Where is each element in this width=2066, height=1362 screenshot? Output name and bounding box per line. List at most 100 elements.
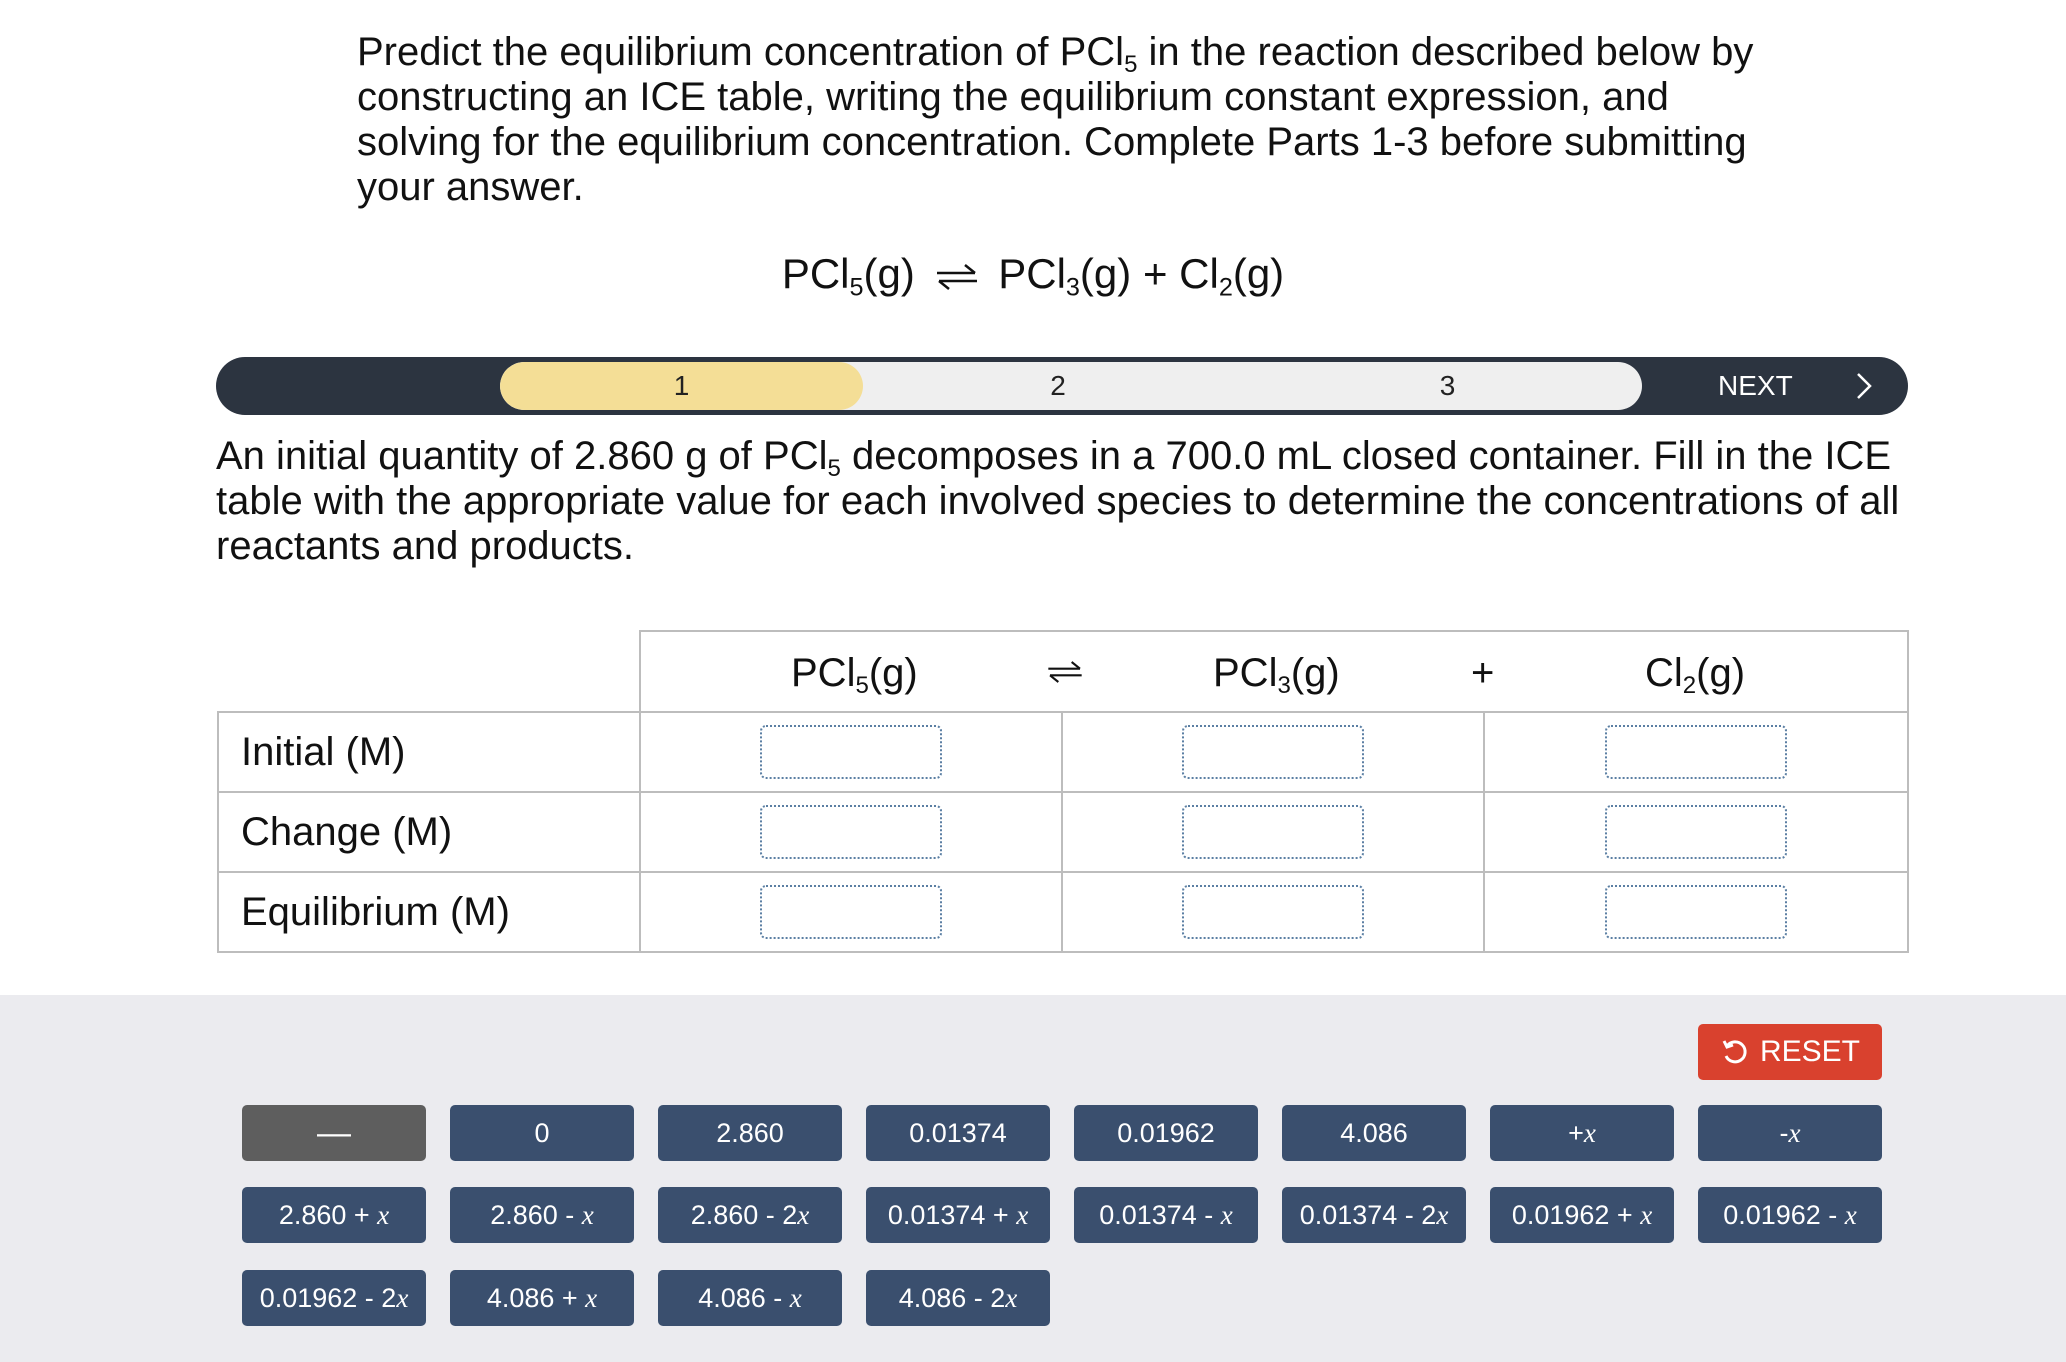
equilibrium-arrows-icon — [936, 263, 977, 290]
tile-variable: x — [1583, 1117, 1596, 1148]
tile-variable: x — [1436, 1199, 1449, 1230]
answer-tile[interactable]: 0.01374 - x — [1074, 1187, 1258, 1243]
undo-icon — [1722, 1040, 1747, 1064]
product1-formula: PCl — [998, 250, 1066, 297]
drop-slot-initial-cl2[interactable] — [1605, 725, 1787, 779]
step-label: 3 — [1439, 370, 1456, 401]
header-species-pcl5: PCl5(g) — [791, 651, 918, 698]
answer-tile[interactable]: 0.01962 — [1074, 1105, 1258, 1161]
tile-variable: x — [1640, 1199, 1653, 1230]
description-text: table with the appropriate value for eac… — [216, 479, 1900, 523]
step-1-tab[interactable]: 1 — [500, 362, 863, 410]
answer-tile[interactable]: 0.01962 - x — [1698, 1187, 1882, 1243]
ice-cell — [639, 711, 1063, 793]
prompt-text: solving for the equilibrium concentratio… — [357, 120, 1747, 164]
reset-label: RESET — [1759, 1035, 1861, 1068]
product1-phase: (g) — [1079, 250, 1132, 297]
tile-value: 2.860 — [716, 1117, 784, 1148]
tile-variable: x — [1016, 1199, 1029, 1230]
tile-variable: x — [1844, 1199, 1857, 1230]
step-label: 1 — [673, 370, 690, 401]
description-text: An initial quantity of 2.860 g of PCl — [216, 434, 828, 478]
tile-value: 4.086 - — [698, 1282, 790, 1313]
question-prompt: Predict the equilibrium concentration of… — [357, 30, 1777, 210]
species-subscript: 3 — [1277, 672, 1291, 700]
step-3-tab[interactable]: 3 — [1253, 362, 1642, 410]
next-label: NEXT — [1718, 370, 1793, 401]
species-formula: PCl — [791, 651, 856, 695]
product2-phase: (g) — [1232, 250, 1285, 297]
drop-slot-equilibrium-cl2[interactable] — [1605, 885, 1787, 939]
ice-header-row: PCl5(g) PCl3(g) + Cl2(g) — [218, 630, 1909, 713]
answer-tile[interactable]: 4.086 - 2x — [866, 1270, 1050, 1326]
drop-slot-change-pcl3[interactable] — [1182, 805, 1364, 859]
tile-variable: x — [377, 1199, 390, 1230]
header-species-cl2: Cl2(g) — [1645, 651, 1745, 700]
reactant-subscript: 5 — [849, 273, 864, 302]
ice-cell — [1483, 711, 1909, 793]
answer-tile[interactable]: 4.086 — [1282, 1105, 1466, 1161]
answer-tile[interactable]: -x — [1698, 1105, 1882, 1161]
species-formula: PCl — [1213, 651, 1278, 695]
species-subscript: 2 — [1682, 672, 1697, 700]
answer-tile[interactable]: 0.01374 — [866, 1105, 1050, 1161]
header-plus-sign: + — [1471, 651, 1495, 695]
tile-value: 0.01374 - — [1099, 1199, 1221, 1230]
ice-row-change: Change (M) — [217, 791, 1909, 873]
row-label-change: Change (M) — [217, 791, 641, 873]
tile-value: 0.01374 + — [887, 1199, 1017, 1230]
drop-slot-equilibrium-pcl5[interactable] — [760, 885, 942, 939]
header-blank — [218, 631, 640, 713]
equilibrium-arrows-icon — [1048, 661, 1082, 683]
reaction-equation: PCl5(g) PCl3(g) + Cl2(g) — [0, 248, 2066, 300]
species-formula: Cl — [1645, 651, 1683, 695]
answer-tile[interactable]: 2.860 — [658, 1105, 842, 1161]
prompt-text: in the reaction described below by — [1137, 30, 1754, 74]
tile-value: 0 — [534, 1117, 550, 1148]
reset-button[interactable]: RESET — [1698, 1024, 1882, 1080]
drop-slot-change-cl2[interactable] — [1605, 805, 1787, 859]
next-button[interactable]: NEXT — [1628, 357, 1908, 415]
tile-variable: x — [585, 1282, 598, 1313]
tile-value: - — [1779, 1117, 1789, 1148]
answer-tile[interactable]: 0.01374 + x — [866, 1187, 1050, 1243]
answer-tile[interactable]: — — [242, 1105, 426, 1161]
answer-tile[interactable]: 2.860 - 2x — [658, 1187, 842, 1243]
answer-tile[interactable]: 2.860 + x — [242, 1187, 426, 1243]
ice-row-initial: Initial (M) — [217, 711, 1909, 793]
tile-variable: x — [797, 1199, 810, 1230]
drop-slot-initial-pcl3[interactable] — [1182, 725, 1364, 779]
answer-tile[interactable]: 0 — [450, 1105, 634, 1161]
tile-value: 4.086 + — [486, 1282, 586, 1313]
species-phase: (g) — [868, 651, 918, 695]
tile-value: 0.01374 — [909, 1117, 1007, 1148]
answer-tile[interactable]: 2.860 - x — [450, 1187, 634, 1243]
ice-cell — [1483, 871, 1909, 953]
species-header: PCl5(g) PCl3(g) + Cl2(g) — [639, 630, 1909, 713]
tile-value: — — [317, 1113, 351, 1152]
drop-slot-change-pcl5[interactable] — [760, 805, 942, 859]
answer-tile[interactable]: 4.086 + x — [450, 1270, 634, 1326]
answer-tile[interactable]: 4.086 - x — [658, 1270, 842, 1326]
answer-tile[interactable]: 0.01962 + x — [1490, 1187, 1674, 1243]
prompt-text: your answer. — [357, 165, 584, 209]
tile-variable: x — [1220, 1199, 1233, 1230]
tile-value: 2.860 + — [278, 1199, 378, 1230]
problem-description: An initial quantity of 2.860 g of PCl5 d… — [216, 434, 1916, 569]
ice-cell — [639, 791, 1063, 873]
product1-subscript: 3 — [1065, 273, 1080, 302]
step-2-tab[interactable]: 2 — [863, 362, 1253, 410]
tile-value: 2.860 - 2 — [690, 1199, 798, 1230]
ice-cell — [1061, 711, 1485, 793]
tile-variable: x — [396, 1282, 409, 1313]
drop-slot-initial-pcl5[interactable] — [760, 725, 942, 779]
species-phase: (g) — [1290, 651, 1340, 695]
step-progress-bar: 1 2 3 NEXT — [216, 357, 1908, 415]
tile-value: 2.860 - — [490, 1199, 582, 1230]
step-track: 1 2 3 — [500, 362, 1642, 410]
answer-tile[interactable]: 0.01962 - 2x — [242, 1270, 426, 1326]
answer-tile[interactable]: + x — [1490, 1105, 1674, 1161]
step-label: 2 — [1050, 370, 1066, 401]
answer-tile[interactable]: 0.01374 - 2x — [1282, 1187, 1466, 1243]
drop-slot-equilibrium-pcl3[interactable] — [1182, 885, 1364, 939]
